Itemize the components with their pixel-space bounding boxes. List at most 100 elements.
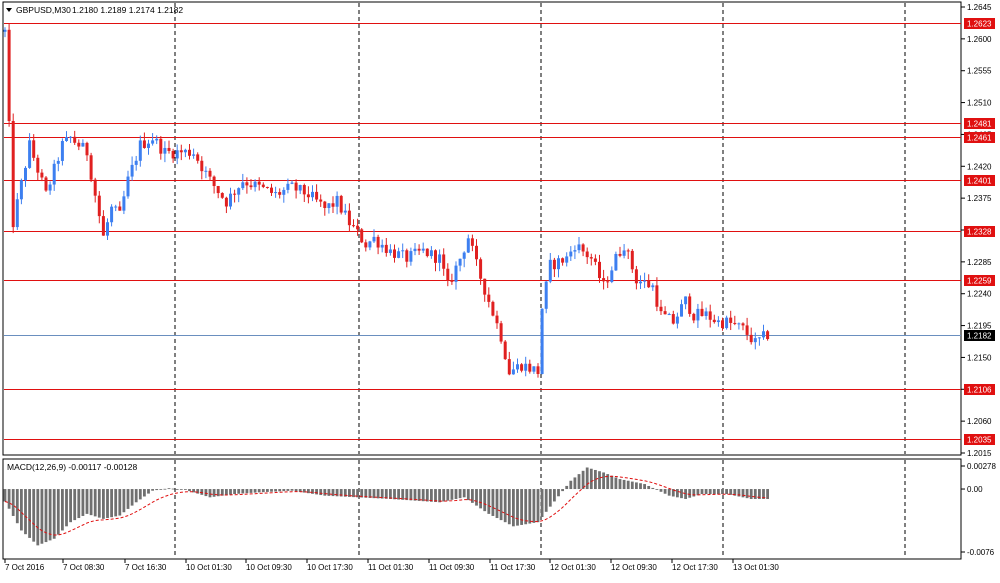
macd-bar <box>540 489 544 517</box>
candle-bear <box>278 192 282 195</box>
candle-bear <box>294 182 298 191</box>
candle-bull <box>565 256 569 263</box>
macd-bar <box>61 489 64 531</box>
candle-bear <box>89 155 93 180</box>
candle-bear <box>179 150 183 153</box>
candle-bull <box>151 140 155 144</box>
macd-bar <box>331 489 335 497</box>
candle-bear <box>593 258 597 262</box>
candle-bear <box>655 285 659 307</box>
candle-bear <box>606 281 610 283</box>
candle-bear <box>216 186 220 194</box>
macd-bar <box>725 489 728 495</box>
y-tick-label: 1.2285 <box>967 258 992 267</box>
candle-bull <box>56 160 60 164</box>
candle-bear <box>208 170 212 177</box>
macd-bar <box>151 489 154 491</box>
candle-bear <box>360 229 364 243</box>
candle-bull <box>540 308 544 374</box>
macd-histogram <box>3 467 769 546</box>
macd-bar <box>663 489 667 494</box>
candle-bull <box>155 138 159 141</box>
macd-bar <box>56 489 60 535</box>
macd-bar <box>274 489 277 492</box>
candle-bull <box>122 196 126 211</box>
candle-bull <box>573 250 577 252</box>
macd-bar <box>245 489 249 494</box>
candle-bull <box>335 195 339 207</box>
candle-bull <box>458 258 462 266</box>
x-tick-label: 7 Oct 08:30 <box>63 563 105 572</box>
macd-bar <box>430 489 433 502</box>
macd-bar <box>487 489 491 514</box>
candle-bull <box>286 183 290 190</box>
candle-bear <box>700 308 704 316</box>
candle-bull <box>343 210 347 213</box>
candle-bear <box>331 203 335 207</box>
level-tag-label: 1.2106 <box>967 386 992 395</box>
candle-bull <box>106 222 109 236</box>
macd-bar <box>97 489 101 518</box>
candle-bear <box>602 278 606 282</box>
macd-bar <box>639 483 642 490</box>
collapse-arrow-icon[interactable] <box>6 8 12 12</box>
candle-bear <box>167 147 171 151</box>
macd-bar <box>237 489 241 494</box>
candle-bear <box>40 172 44 178</box>
macd-bar <box>676 489 679 498</box>
candle-bull <box>725 317 729 329</box>
candle-bull <box>466 238 470 253</box>
candle-bull <box>15 199 19 228</box>
macd-bar <box>475 489 478 506</box>
macd-bar <box>626 480 630 490</box>
macd-bar <box>417 489 421 501</box>
candle-bull <box>429 250 433 257</box>
candle-bear <box>77 142 81 147</box>
candle-bear <box>721 320 724 329</box>
macd-bar <box>81 489 85 516</box>
y-tick-label: 1.2240 <box>967 290 992 299</box>
candle-bull <box>409 251 413 262</box>
candle-bull <box>110 206 114 223</box>
macd-tick-label: 0.00278 <box>967 462 996 471</box>
macd-bar <box>655 489 659 490</box>
candle-bull <box>81 142 85 147</box>
macd-bar <box>635 482 638 490</box>
macd-bar <box>647 485 651 490</box>
candle-bear <box>634 269 638 284</box>
candle-bear <box>245 182 249 186</box>
macd-bar <box>741 489 745 498</box>
candle-bull <box>753 338 757 343</box>
candle-bear <box>142 140 146 148</box>
macd-bar <box>466 489 470 501</box>
y-tick-label: 1.2645 <box>967 3 992 12</box>
candle-bear <box>507 359 511 375</box>
candle-bear <box>450 280 454 282</box>
x-tick-label: 12 Oct 17:30 <box>672 563 718 572</box>
candle-bear <box>483 278 487 295</box>
candle-bull <box>175 150 179 159</box>
macd-bar <box>200 489 204 495</box>
chart-svg: 7 Oct 2016 7 Oct 08:30 7 Oct 16:30 10 Oct 0… <box>2 1 996 572</box>
candle-bull <box>454 265 458 282</box>
candle-bull <box>716 320 720 323</box>
candle-bull <box>237 188 241 195</box>
macd-bar <box>516 489 519 526</box>
macd-bar <box>421 489 425 502</box>
macd-bar <box>249 489 253 493</box>
macd-bar <box>44 489 48 543</box>
level-tag-label: 1.2401 <box>967 177 992 186</box>
candle-bull <box>762 331 765 338</box>
candle-bull <box>651 285 655 288</box>
macd-bar <box>286 489 290 491</box>
macd-bar <box>233 489 236 495</box>
macd-bar <box>69 489 72 523</box>
macd-bar <box>717 489 720 495</box>
candle-bull <box>368 241 372 248</box>
macd-bar <box>425 489 429 502</box>
macd-bar <box>229 489 232 495</box>
macd-bar <box>102 489 105 519</box>
macd-bar <box>171 488 175 490</box>
main-chart-frame <box>2 1 962 456</box>
macd-bar <box>315 489 318 495</box>
